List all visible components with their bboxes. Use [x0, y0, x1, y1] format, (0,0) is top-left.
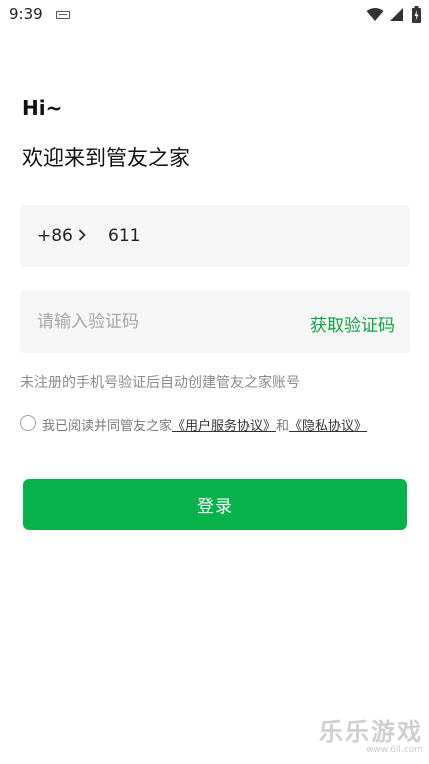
verification-code-input[interactable] [37, 310, 277, 334]
agreement-text: 我已阅读并同管友之家《用户服务协议》和《隐私协议》 [42, 415, 367, 434]
keyboard-icon [56, 11, 70, 19]
greeting-hi: Hi~ [22, 96, 63, 120]
welcome-title: 欢迎来到管友之家 [22, 146, 190, 170]
user-agreement-link[interactable]: 《用户服务协议》 [172, 419, 276, 434]
login-page: 9:39 Hi~ 欢迎来到管友之家 +86 611 获取验证码 未注册的手机号验… [0, 0, 429, 764]
agreement-radio[interactable] [20, 415, 36, 431]
agreement-row: 我已阅读并同管友之家《用户服务协议》和《隐私协议》 [20, 414, 420, 434]
wifi-icon [366, 8, 384, 21]
chevron-right-icon[interactable] [78, 229, 86, 241]
get-code-button[interactable]: 获取验证码 [310, 311, 395, 336]
privacy-agreement-link[interactable]: 《隐私协议》 [289, 419, 367, 434]
agreement-and: 和 [276, 419, 290, 434]
agreement-prefix: 我已阅读并同管友之家 [42, 419, 173, 434]
watermark-logo: 乐乐游戏 www.6ll.com [303, 712, 423, 755]
status-time: 9:39 [9, 5, 43, 23]
login-button[interactable]: 登录 [23, 479, 407, 530]
battery-icon [412, 6, 421, 23]
phone-number-input[interactable]: 611 [108, 226, 140, 246]
verification-code-box: 获取验证码 [20, 290, 410, 353]
watermark-text: 乐乐游戏 [319, 718, 423, 746]
register-notice: 未注册的手机号验证后自动创建管友之家账号 [20, 375, 300, 391]
status-bar: 9:39 [0, 0, 429, 30]
country-code-selector[interactable]: +86 [37, 226, 73, 246]
phone-input-box[interactable]: +86 611 [20, 205, 410, 267]
signal-icon [390, 8, 403, 21]
